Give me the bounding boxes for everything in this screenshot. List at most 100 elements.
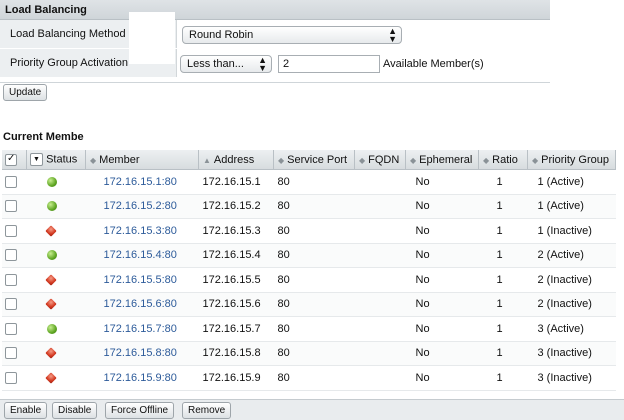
port-cell: 80 [273, 341, 355, 366]
priority-value: 1 (Active) [537, 175, 584, 188]
disable-button[interactable]: Disable [52, 402, 98, 419]
row-checkbox[interactable] [5, 347, 17, 360]
pga-select[interactable]: Less than... ▲ ▼ [180, 55, 272, 73]
ephemeral-cell: No [405, 292, 479, 317]
remove-button[interactable]: Remove [182, 402, 232, 419]
row-checkbox[interactable] [5, 224, 17, 237]
ephemeral-cell: No [405, 316, 479, 342]
redaction-box [129, 12, 175, 64]
member-value[interactable]: 172.16.15.9:80 [104, 372, 177, 384]
fqdn-cell [354, 341, 406, 366]
ephemeral-value: No [415, 347, 430, 360]
row-checkbox[interactable] [5, 273, 17, 286]
member-value[interactable]: 172.16.15.8:80 [104, 347, 177, 359]
member-value[interactable]: 172.16.15.7:80 [104, 323, 177, 335]
table-row[interactable]: 172.16.15.3:80 172.16.15.3 80 No 1 1 (Inactiv… [2, 218, 616, 244]
ratio-cell: 1 [478, 316, 528, 342]
member-header[interactable]: ◆ Member [85, 150, 199, 170]
select-all-checkbox[interactable] [5, 153, 17, 166]
table-row[interactable]: 172.16.15.9:80 172.16.15.9 80 No 1 3 (Inactiv… [2, 365, 616, 391]
member-cell[interactable]: 172.16.15.3:80 [85, 218, 199, 244]
address-value: 172.16.15.2 [202, 200, 261, 213]
force-offline-button[interactable]: Force Offline [105, 402, 175, 419]
ephemeral-header[interactable]: ◆ Ephemeral [405, 150, 479, 170]
address-cell: 172.16.15.6 [198, 292, 274, 317]
member-cell[interactable]: 172.16.15.5:80 [85, 267, 199, 293]
table-row[interactable]: 172.16.15.5:80 172.16.15.5 80 No 1 2 (Inactiv… [2, 267, 616, 293]
port-cell: 80 [273, 194, 355, 219]
member-cell[interactable]: 172.16.15.8:80 [85, 341, 199, 366]
ratio-header[interactable]: ◆ Ratio [478, 150, 528, 170]
pga-label: Priority Group Activation [10, 57, 128, 69]
select-arrows-icon: ▲ ▼ [258, 55, 267, 73]
member-cell[interactable]: 172.16.15.9:80 [85, 365, 199, 391]
member-cell[interactable]: 172.16.15.1:80 [85, 169, 199, 195]
row-checkbox-cell [2, 194, 27, 219]
row-checkbox[interactable] [5, 175, 17, 188]
action-bar: Enable Disable Force Offline Remove [0, 399, 624, 420]
member-cell[interactable]: 172.16.15.2:80 [85, 194, 199, 219]
table-row[interactable]: 172.16.15.7:80 172.16.15.7 80 No 1 3 (Active) [2, 316, 616, 342]
sort-icon: ◆ [410, 155, 417, 165]
row-checkbox[interactable] [5, 371, 17, 384]
ratio-cell: 1 [478, 243, 528, 268]
member-cell[interactable]: 172.16.15.4:80 [85, 243, 199, 268]
member-value[interactable]: 172.16.15.3:80 [104, 225, 177, 237]
address-cell: 172.16.15.9 [198, 365, 274, 391]
ephemeral-cell: No [405, 218, 479, 244]
status-cell [26, 365, 86, 391]
chevron-down-icon[interactable]: ▼ [30, 153, 43, 166]
member-value[interactable]: 172.16.15.2:80 [104, 200, 177, 212]
status-header[interactable]: ▼ Status [26, 150, 86, 170]
status-inactive-icon [44, 225, 57, 237]
update-button[interactable]: Update [3, 84, 48, 101]
sort-icon: ◆ [359, 155, 366, 165]
member-value[interactable]: 172.16.15.4:80 [104, 249, 177, 261]
table-row[interactable]: 172.16.15.2:80 172.16.15.2 80 No 1 1 (Active) [2, 194, 616, 219]
sort-icon: ◆ [532, 155, 539, 165]
member-value[interactable]: 172.16.15.1:80 [104, 176, 177, 188]
ratio-cell: 1 [478, 341, 528, 366]
member-cell[interactable]: 172.16.15.7:80 [85, 316, 199, 342]
table-row[interactable]: 172.16.15.8:80 172.16.15.8 80 No 1 3 (Inactiv… [2, 341, 616, 366]
priority-header[interactable]: ◆ Priority Group [527, 150, 616, 170]
ratio-value: 1 [496, 249, 503, 262]
ephemeral-cell: No [405, 243, 479, 268]
row-checkbox[interactable] [5, 249, 17, 262]
port-value: 80 [277, 249, 290, 262]
fqdn-header[interactable]: ◆ FQDN [354, 150, 406, 170]
status-cell [26, 169, 86, 195]
port-header[interactable]: ◆ Service Port [273, 150, 355, 170]
table-row[interactable]: 172.16.15.6:80 172.16.15.6 80 No 1 2 (Inactiv… [2, 292, 616, 317]
redaction-box [335, 83, 550, 120]
row-checkbox-cell [2, 218, 27, 244]
port-value: 80 [277, 175, 290, 188]
member-cell[interactable]: 172.16.15.6:80 [85, 292, 199, 317]
fqdn-cell [354, 267, 406, 293]
priority-value: 3 (Active) [537, 322, 584, 335]
port-cell: 80 [273, 365, 355, 391]
address-value: 172.16.15.4 [202, 249, 261, 262]
pga-count-input[interactable]: 2 [278, 55, 380, 73]
redaction-box [85, 83, 319, 148]
ratio-cell: 1 [478, 365, 528, 391]
member-value[interactable]: 172.16.15.5:80 [104, 274, 177, 286]
row-checkbox[interactable] [5, 322, 17, 335]
address-header[interactable]: ▲ Address [198, 150, 274, 170]
address-cell: 172.16.15.8 [198, 341, 274, 366]
port-cell: 80 [273, 169, 355, 195]
row-checkbox[interactable] [5, 298, 17, 311]
priority-value: 2 (Inactive) [537, 298, 592, 311]
member-value[interactable]: 172.16.15.6:80 [104, 298, 177, 310]
ratio-cell: 1 [478, 218, 528, 244]
row-checkbox-cell [2, 292, 27, 317]
row-checkbox[interactable] [5, 200, 17, 213]
row-checkbox-cell [2, 169, 27, 195]
enable-button[interactable]: Enable [4, 402, 48, 419]
lb-method-select[interactable]: Round Robin ▲ ▼ [182, 26, 402, 44]
ephemeral-cell: No [405, 267, 479, 293]
table-row[interactable]: 172.16.15.4:80 172.16.15.4 80 No 1 2 (Active) [2, 243, 616, 268]
address-cell: 172.16.15.3 [198, 218, 274, 244]
table-row[interactable]: 172.16.15.1:80 172.16.15.1 80 No 1 1 (Active) [2, 169, 616, 195]
select-arrows-icon: ▲ ▼ [388, 26, 397, 44]
